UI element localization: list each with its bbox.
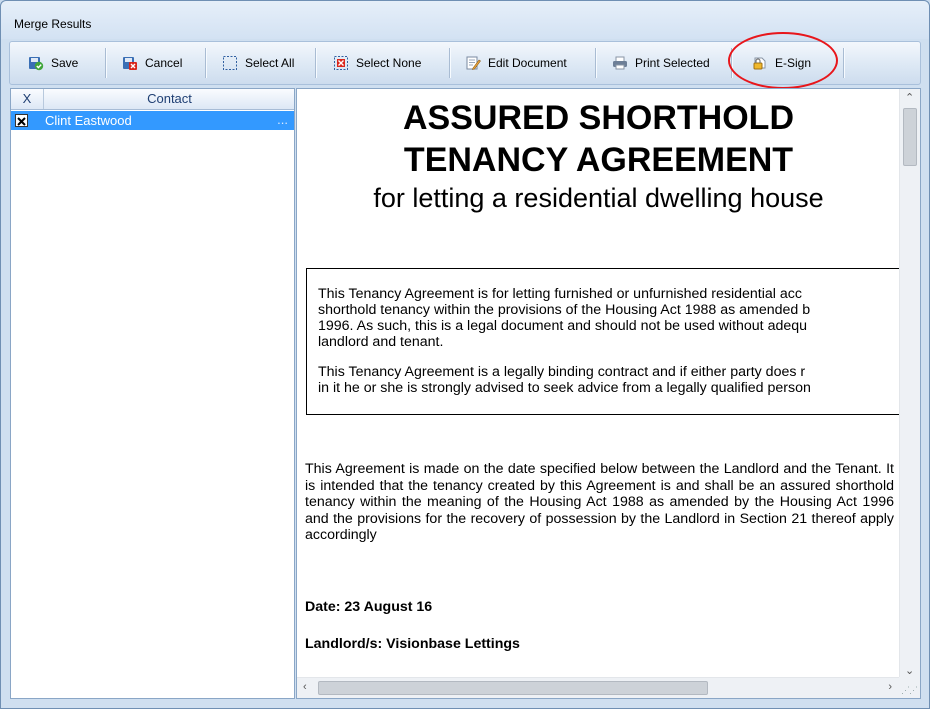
select-all-label: Select All <box>245 56 295 70</box>
row-ellipsis-button[interactable]: ... <box>277 111 288 128</box>
scroll-down-icon[interactable]: ⌄ <box>905 664 914 677</box>
table-row[interactable]: Clint Eastwood ... <box>11 111 294 130</box>
print-selected-button[interactable]: Print Selected <box>612 50 710 76</box>
document-title-line1: ASSURED SHORTHOLD <box>402 99 795 137</box>
cancel-button[interactable]: Cancel <box>122 50 182 76</box>
document-subtitle: for letting a residential dwelling house <box>373 183 824 213</box>
edit-document-button[interactable]: Edit Document <box>465 50 567 76</box>
notice-p1-line: landlord and tenant. <box>318 334 444 350</box>
toolbar-separator <box>315 48 316 78</box>
notice-paragraph-1: This Tenancy Agreement is for letting fu… <box>318 286 900 350</box>
toolbar-separator <box>205 48 206 78</box>
document-page: ASSURED SHORTHOLD TENANCY AGREEMENT for … <box>297 89 900 679</box>
row-checkbox[interactable] <box>15 114 28 127</box>
select-all-icon <box>222 55 238 71</box>
column-header-x[interactable]: X <box>11 89 44 109</box>
document-preview: ASSURED SHORTHOLD TENANCY AGREEMENT for … <box>296 88 921 699</box>
cancel-icon <box>122 55 138 71</box>
landlord-name: Landlord/s: Visionbase Lettings <box>305 636 520 652</box>
toolbar-separator <box>843 48 844 78</box>
e-sign-icon <box>752 55 768 71</box>
merge-results-window: Merge Results Save Cancel Select All Sel… <box>0 0 930 709</box>
vertical-scrollbar[interactable]: ⌃ ⌄ <box>899 89 920 679</box>
checked-icon <box>17 117 26 126</box>
select-none-icon <box>333 55 349 71</box>
notice-p2-line: This Tenancy Agreement is a legally bind… <box>318 364 806 380</box>
resize-grip-icon[interactable]: ⋰⋰ <box>901 685 918 696</box>
scroll-left-icon[interactable]: ‹ <box>303 681 307 693</box>
toolbar-separator <box>449 48 450 78</box>
cancel-label: Cancel <box>145 56 183 70</box>
row-contact-name: Clint Eastwood <box>45 113 132 128</box>
notice-p1-line: 1996. As such, this is a legal document … <box>318 318 808 334</box>
horizontal-scroll-thumb[interactable] <box>318 681 708 695</box>
column-header-contact[interactable]: Contact <box>45 89 294 109</box>
contacts-grid: X Contact Clint Eastwood ... <box>10 88 295 699</box>
notice-p2-line: in it he or she is strongly advised to s… <box>318 380 811 396</box>
window-title: Merge Results <box>14 17 92 31</box>
e-sign-button[interactable]: E-Sign <box>752 50 811 76</box>
e-sign-label: E-Sign <box>775 56 812 70</box>
title-bar: Merge Results <box>1 1 929 39</box>
save-button[interactable]: Save <box>28 50 78 76</box>
document-title-line2: TENANCY AGREEMENT <box>403 141 794 179</box>
print-selected-label: Print Selected <box>635 56 710 70</box>
edit-document-label: Edit Document <box>488 56 567 70</box>
toolbar-separator <box>731 48 732 78</box>
edit-document-icon <box>465 55 481 71</box>
select-all-button[interactable]: Select All <box>222 50 294 76</box>
toolbar-separator <box>105 48 106 78</box>
save-icon <box>28 55 44 71</box>
vertical-scroll-thumb[interactable] <box>903 108 917 166</box>
toolbar-separator <box>595 48 596 78</box>
select-none-label: Select None <box>356 56 422 70</box>
notice-p1-line: shorthold tenancy within the provisions … <box>318 302 811 318</box>
notice-paragraph-2: This Tenancy Agreement is a legally bind… <box>318 364 900 396</box>
agreement-date: Date: 23 August 16 <box>305 599 433 615</box>
scroll-right-icon[interactable]: › <box>888 681 892 693</box>
save-label: Save <box>51 56 79 70</box>
printer-icon <box>612 55 628 71</box>
select-none-button[interactable]: Select None <box>333 50 421 76</box>
horizontal-scrollbar[interactable]: ‹ › <box>297 677 900 698</box>
grid-header: X Contact <box>11 89 294 110</box>
scroll-corner: ⋰⋰ <box>899 677 920 698</box>
scroll-up-icon[interactable]: ⌃ <box>905 91 914 104</box>
agreement-paragraph: This Agreement is made on the date speci… <box>305 461 894 543</box>
notice-box: This Tenancy Agreement is for letting fu… <box>306 268 900 415</box>
toolbar: Save Cancel Select All Select None Edit … <box>9 41 921 85</box>
notice-p1-line: This Tenancy Agreement is for letting fu… <box>318 286 802 302</box>
